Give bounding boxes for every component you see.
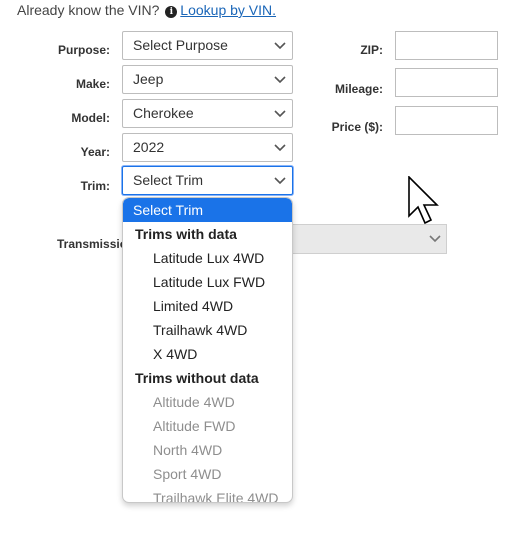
price-label: Price ($): (331, 120, 383, 134)
year-select-value: 2022 (133, 139, 165, 155)
trim-option-disabled: North 4WD (153, 442, 223, 458)
zip-input[interactable] (395, 31, 498, 60)
trim-select[interactable]: Select Trim (122, 166, 293, 195)
trim-dropdown-list[interactable]: Select Trim Trims with data Latitude Lux… (122, 197, 293, 503)
trim-option[interactable]: Limited 4WD (123, 294, 292, 318)
lookup-by-vin-link[interactable]: Lookup by VIN. (180, 2, 276, 18)
trim-label: Trim: (80, 179, 110, 193)
trim-option-disabled: Trailhawk Elite 4WD (153, 490, 279, 503)
trim-option[interactable]: Latitude Lux 4WD (123, 246, 292, 270)
vin-prompt-text: Already know the VIN? (17, 2, 160, 18)
trim-option[interactable]: Trailhawk 4WD (123, 318, 292, 342)
year-select[interactable]: 2022 (122, 133, 293, 162)
trim-option-disabled: Sport 4WD (153, 466, 222, 482)
zip-label: ZIP: (360, 43, 383, 57)
price-input[interactable] (395, 106, 498, 135)
vin-prompt: Already know the VIN? i Lookup by VIN. (17, 2, 276, 18)
year-label: Year: (80, 145, 110, 159)
trim-select-value: Select Trim (133, 172, 204, 188)
trim-group-header: Trims with data (135, 226, 237, 242)
chevron-down-icon (274, 167, 286, 194)
mouse-cursor-icon (408, 175, 442, 233)
trim-option[interactable]: Latitude Lux FWD (123, 270, 292, 294)
trim-option[interactable]: X 4WD (123, 342, 292, 366)
chevron-down-icon (274, 134, 286, 161)
info-icon: i (165, 6, 178, 18)
trim-option-disabled: Altitude FWD (153, 418, 236, 434)
trim-option-disabled: Altitude 4WD (153, 394, 235, 410)
model-select-value: Cherokee (133, 105, 194, 121)
trim-group-header: Trims without data (135, 370, 259, 386)
mileage-label: Mileage: (334, 82, 383, 96)
mileage-input[interactable] (395, 68, 498, 97)
trim-option-selected[interactable]: Select Trim (123, 198, 292, 222)
